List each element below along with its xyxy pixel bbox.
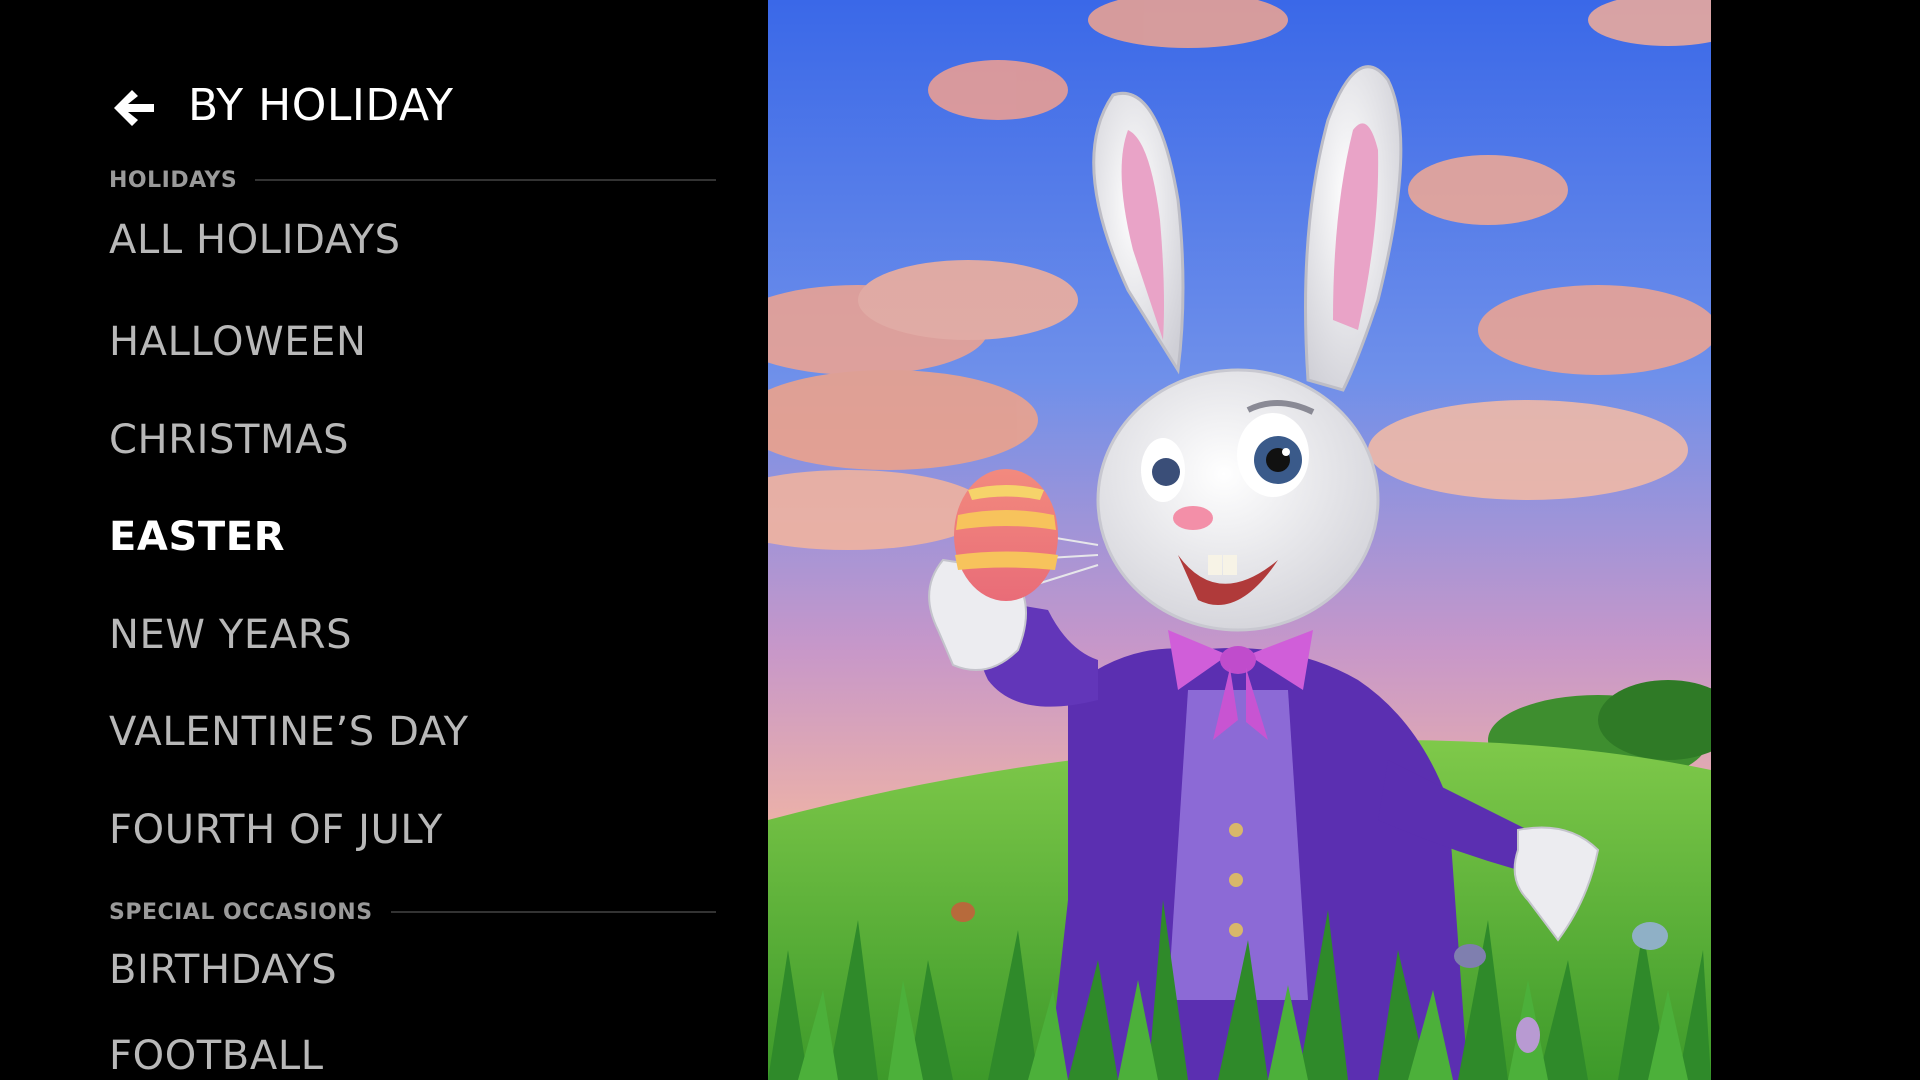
holiday-menu-panel: BY HOLIDAY HOLIDAYS ALL HOLIDAYS HALLOWE… bbox=[0, 0, 768, 1080]
section-divider bbox=[390, 911, 716, 913]
section-header-special-occasions: SPECIAL OCCASIONS bbox=[109, 899, 716, 925]
menu-header: BY HOLIDAY bbox=[110, 78, 453, 138]
menu-item-birthdays[interactable]: BIRTHDAYS bbox=[109, 946, 337, 994]
menu-item-all-holidays[interactable]: ALL HOLIDAYS bbox=[109, 216, 401, 264]
easter-bunny-illustration bbox=[768, 0, 1711, 1080]
menu-item-valentines-day[interactable]: VALENTINE’S DAY bbox=[109, 708, 469, 756]
menu-item-halloween[interactable]: HALLOWEEN bbox=[109, 318, 367, 366]
section-divider bbox=[255, 179, 716, 181]
menu-item-fourth-of-july[interactable]: FOURTH OF JULY bbox=[109, 806, 443, 854]
page-title: BY HOLIDAY bbox=[188, 80, 454, 131]
section-label: HOLIDAYS bbox=[109, 167, 238, 193]
easter-bunny-artwork bbox=[768, 0, 1711, 1080]
right-letterbox bbox=[1711, 0, 1920, 1080]
section-label: SPECIAL OCCASIONS bbox=[109, 899, 373, 925]
menu-item-new-years[interactable]: NEW YEARS bbox=[109, 611, 352, 659]
menu-item-football[interactable]: FOOTBALL bbox=[109, 1032, 324, 1080]
section-header-holidays: HOLIDAYS bbox=[109, 167, 716, 193]
arrow-left-icon[interactable] bbox=[110, 84, 158, 132]
menu-item-christmas[interactable]: CHRISTMAS bbox=[109, 416, 349, 464]
menu-item-easter[interactable]: EASTER bbox=[109, 513, 285, 561]
